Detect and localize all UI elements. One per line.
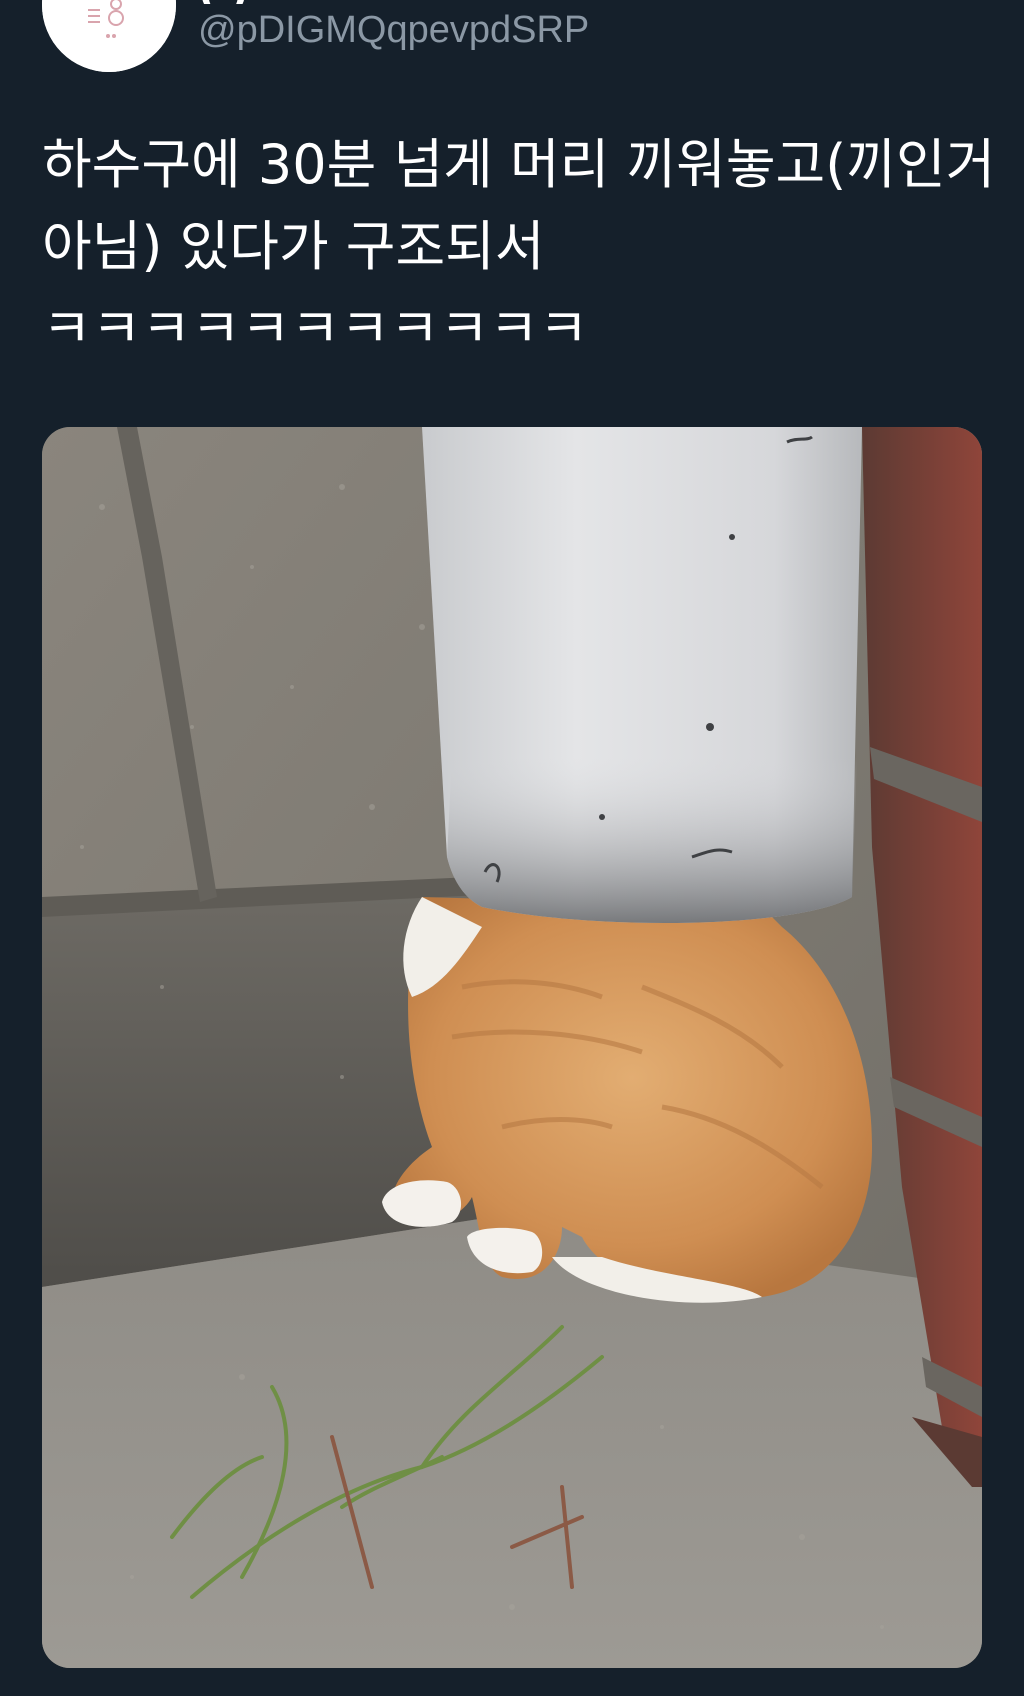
- user-handle[interactable]: @pDIGMQqpevpdSRP: [198, 8, 589, 52]
- photo-cat-in-drainpipe: [42, 427, 982, 1668]
- profile-avatar[interactable]: [42, 0, 176, 72]
- display-name-container[interactable]: ( ): [198, 0, 478, 4]
- profile-avatar-icon: [42, 0, 176, 72]
- tweet-photo[interactable]: [42, 427, 982, 1668]
- tweet-text: 하수구에 30분 넘게 머리 끼워놓고(끼인거 아님) 있다가 구조되서 ㅋㅋㅋ…: [42, 133, 996, 360]
- display-name[interactable]: ( ): [198, 0, 249, 4]
